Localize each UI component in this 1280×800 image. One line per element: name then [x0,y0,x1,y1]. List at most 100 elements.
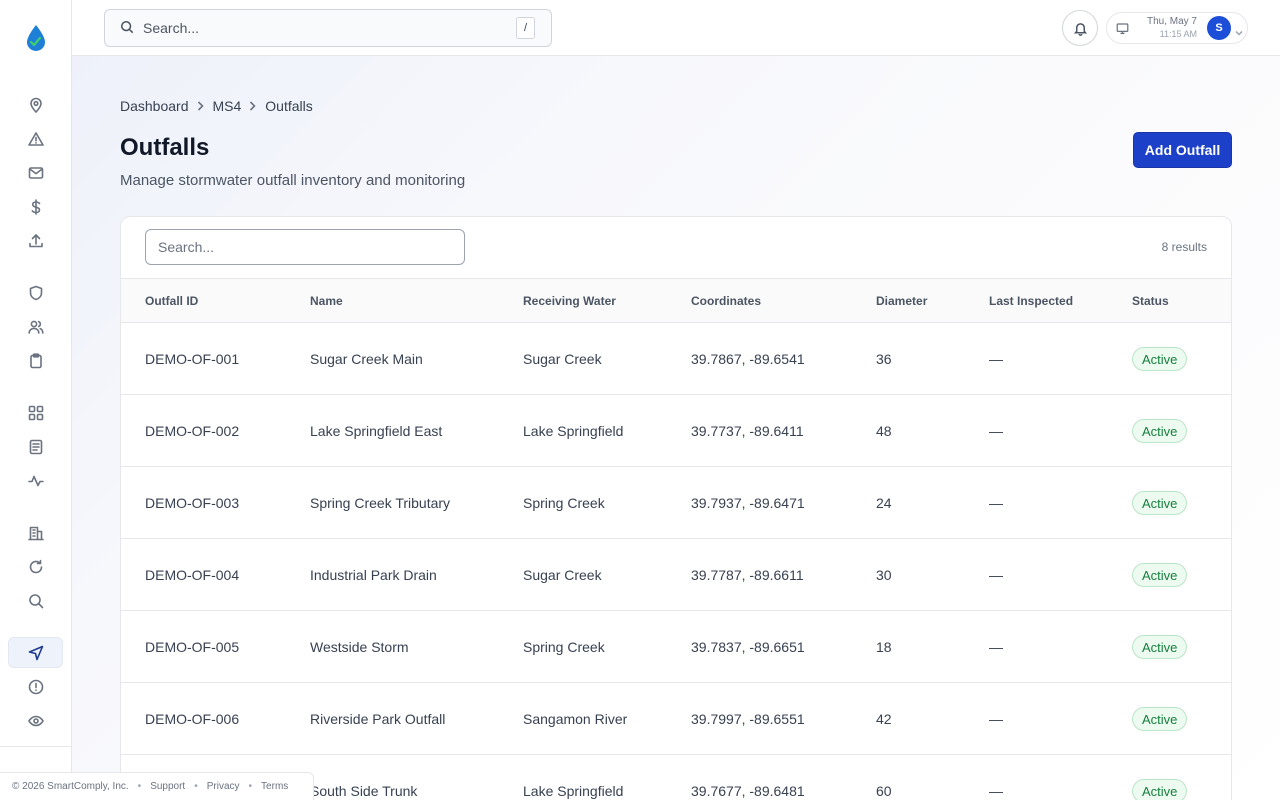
bell-icon [1073,21,1088,36]
chevron-right-icon [197,101,205,111]
upload-icon[interactable] [26,231,46,251]
eye-icon[interactable] [26,711,46,731]
search-shortcut-key: / [516,17,535,39]
cell-outfall-id: DEMO-OF-006 [145,711,240,727]
notifications-button[interactable] [1062,10,1098,46]
cell-diameter: 30 [876,567,892,583]
alert-circle-icon[interactable] [26,677,46,697]
cell-receiving-water: Sugar Creek [523,567,602,583]
table-row[interactable]: DEMO-OF-001 Sugar Creek Main Sugar Creek… [121,323,1231,395]
user-menu[interactable]: Thu, May 7 11:15 AM S [1106,12,1248,44]
search-icon[interactable] [26,591,46,611]
page-subtitle: Manage stormwater outfall inventory and … [120,172,466,189]
status-badge: Active [1132,491,1188,515]
status-badge: Active [1132,419,1188,443]
datetime-display: Thu, May 7 11:15 AM [1145,16,1197,40]
global-search-input[interactable]: Search... / [104,9,552,47]
column-header-diameter[interactable]: Diameter [876,294,927,308]
monitor-icon [1116,22,1129,35]
grid-icon[interactable] [26,403,46,423]
footer-link-support[interactable]: Support [150,781,185,792]
date-text: Thu, May 7 [1146,16,1197,27]
main-content: Dashboard MS4 Outfalls Outfalls Manage s… [72,56,1280,800]
cell-diameter: 42 [876,711,892,727]
column-header-receiving-water[interactable]: Receiving Water [523,294,616,308]
cell-name: Spring Creek Tributary [310,495,451,511]
breadcrumb: Dashboard MS4 Outfalls [120,98,313,114]
separator-dot: • [194,781,198,792]
cell-diameter: 60 [876,783,892,799]
table-row[interactable]: DEMO-OF-004 Industrial Park Drain Sugar … [121,539,1231,611]
refresh-icon[interactable] [26,557,46,577]
table-search-input[interactable]: Search... [145,229,465,265]
page-title: Outfalls [120,134,210,161]
footer-link-terms[interactable]: Terms [261,781,288,792]
cell-outfall-id: DEMO-OF-002 [145,423,240,439]
cell-coordinates: 39.7997, -89.6551 [691,711,805,727]
water-drop-logo[interactable] [24,24,48,52]
building-icon[interactable] [26,523,46,543]
column-header-status[interactable]: Status [1132,294,1169,308]
cell-name: Lake Springfield East [310,423,443,439]
cell-coordinates: 39.7677, -89.6481 [691,783,805,799]
breadcrumb-dashboard[interactable]: Dashboard [120,98,189,114]
cell-receiving-water: Lake Springfield [523,423,624,439]
cell-receiving-water: Sugar Creek [523,351,602,367]
dollar-icon[interactable] [26,197,46,217]
cell-coordinates: 39.7867, -89.6541 [691,351,805,367]
avatar[interactable]: S [1207,16,1231,40]
column-header-name[interactable]: Name [310,294,343,308]
chevron-down-icon [1235,24,1243,36]
cell-outfall-id: DEMO-OF-005 [145,639,240,655]
cell-receiving-water: Sangamon River [523,711,628,727]
cell-last-inspected: — [989,783,1003,799]
breadcrumb-outfalls: Outfalls [265,98,313,114]
cell-name: Westside Storm [310,639,409,655]
cell-coordinates: 39.7787, -89.6611 [691,567,804,583]
cell-diameter: 18 [876,639,892,655]
cell-receiving-water: Spring Creek [523,639,605,655]
table-header: Outfall ID Name Receiving Water Coordina… [121,278,1231,323]
map-pin-icon[interactable] [26,95,46,115]
document-icon[interactable] [26,437,46,457]
cell-outfall-id: DEMO-OF-003 [145,495,240,511]
status-badge: Active [1132,779,1188,800]
cell-last-inspected: — [989,711,1003,727]
cell-name: South Side Trunk [310,783,418,799]
table-row[interactable]: DEMO-OF-006 Riverside Park Outfall Sanga… [121,683,1231,755]
navigation-icon[interactable] [26,643,46,663]
cell-coordinates: 39.7837, -89.6651 [691,639,805,655]
table-row[interactable]: DEMO-OF-005 Westside Storm Spring Creek … [121,611,1231,683]
outfalls-table-card: Search... 8 results Outfall ID Name Rece… [120,216,1232,800]
mail-icon[interactable] [26,163,46,183]
cell-name: Sugar Creek Main [310,351,423,367]
sidebar-divider [0,746,72,747]
cell-last-inspected: — [989,567,1003,583]
cell-diameter: 36 [876,351,892,367]
footer-link-privacy[interactable]: Privacy [207,781,240,792]
result-count: 8 results [1161,240,1207,254]
status-badge: Active [1132,635,1188,659]
top-bar: Search... / Thu, May 7 11:15 AM S [72,0,1280,56]
cell-diameter: 24 [876,495,892,511]
users-icon[interactable] [26,317,46,337]
column-header-outfall-id[interactable]: Outfall ID [145,294,198,308]
breadcrumb-ms4[interactable]: MS4 [213,98,242,114]
cell-outfall-id: DEMO-OF-001 [145,351,240,367]
add-outfall-button[interactable]: Add Outfall [1133,132,1232,168]
cell-name: Industrial Park Drain [310,567,437,583]
alert-triangle-icon[interactable] [26,129,46,149]
shield-icon[interactable] [26,283,46,303]
status-badge: Active [1132,707,1188,731]
cell-diameter: 48 [876,423,892,439]
column-header-coordinates[interactable]: Coordinates [691,294,761,308]
activity-icon[interactable] [26,471,46,491]
table-row[interactable]: DEMO-OF-003 Spring Creek Tributary Sprin… [121,467,1231,539]
separator-dot: • [137,781,142,792]
table-row[interactable]: DEMO-OF-002 Lake Springfield East Lake S… [121,395,1231,467]
cell-last-inspected: — [989,423,1003,439]
sidebar [0,0,72,800]
clipboard-icon[interactable] [26,351,46,371]
column-header-last-inspected[interactable]: Last Inspected [989,294,1073,308]
cell-coordinates: 39.7737, -89.6411 [691,423,804,439]
